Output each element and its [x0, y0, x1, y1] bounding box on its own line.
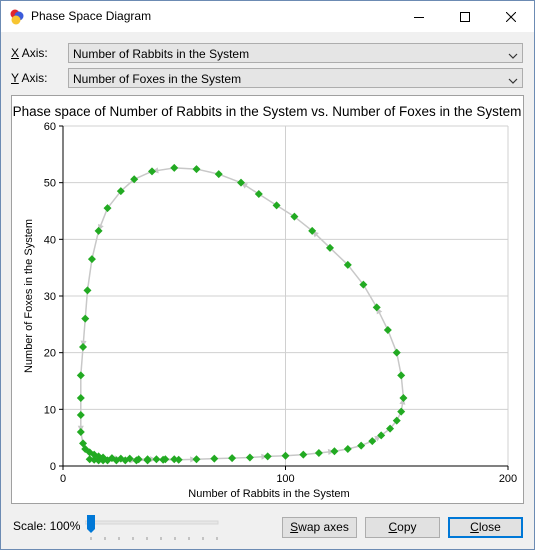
- data-point: [357, 441, 366, 450]
- data-point: [83, 286, 92, 295]
- swap-axes-button[interactable]: Swap axes: [282, 517, 357, 538]
- trajectory-arrows: [77, 167, 406, 464]
- y-tick-label: 40: [44, 234, 56, 246]
- y-tick-label: 20: [44, 348, 56, 360]
- trajectory-segment: [91, 230, 100, 260]
- data-points: [76, 163, 408, 465]
- y-axis-label: Y Axis:: [11, 71, 48, 85]
- scale-label: Scale: 100%: [13, 519, 81, 533]
- trajectory-segment: [86, 259, 93, 291]
- data-point: [79, 343, 88, 351]
- data-point: [148, 167, 156, 176]
- trajectory-segment: [293, 216, 313, 232]
- data-point: [192, 165, 201, 174]
- trajectory-segment: [387, 329, 398, 353]
- data-point: [299, 450, 308, 459]
- data-point: [170, 163, 179, 172]
- data-point: [314, 448, 323, 457]
- data-point: [76, 371, 85, 380]
- data-point: [263, 452, 272, 461]
- data-point: [330, 447, 339, 456]
- trajectory-segment: [218, 173, 242, 184]
- y-axis-dropdown[interactable]: Number of Foxes in the System: [68, 68, 523, 88]
- maximize-button[interactable]: [442, 1, 488, 32]
- x-axis-row: X Axis: Number of Rabbits in the System: [11, 43, 525, 63]
- x-axis-selected-value: Number of Rabbits in the System: [73, 47, 250, 61]
- data-point: [87, 255, 96, 264]
- chart-panel: Phase space of Number of Rabbits in the …: [11, 95, 524, 504]
- data-point: [76, 394, 85, 402]
- data-point: [81, 314, 90, 323]
- minimize-button[interactable]: [396, 1, 442, 32]
- y-axis-title: Number of Foxes in the System: [23, 219, 35, 373]
- y-axis-row: Y Axis: Number of Foxes in the System: [11, 68, 525, 88]
- phase-space-window: Phase Space Diagram X Axis: Number of Ra…: [0, 0, 535, 550]
- data-point: [397, 407, 406, 416]
- y-axis-selected-value: Number of Foxes in the System: [73, 72, 242, 86]
- x-tick-label: 100: [276, 473, 294, 485]
- x-tick-label: 200: [499, 473, 517, 485]
- close-icon: [506, 11, 516, 22]
- y-tick-label: 60: [44, 121, 56, 133]
- trajectory-segment: [329, 247, 349, 266]
- chevron-down-icon: [508, 74, 518, 84]
- data-point: [343, 445, 352, 453]
- copy-button[interactable]: Copy: [365, 517, 440, 538]
- data-point: [76, 411, 85, 419]
- trajectory-segment: [106, 190, 122, 209]
- grid-lines: [63, 125, 509, 466]
- y-tick-label: 10: [44, 404, 56, 416]
- title-bar: Phase Space Diagram: [1, 1, 534, 32]
- data-point: [392, 348, 401, 357]
- x-tick-label: 0: [60, 473, 66, 485]
- data-point: [383, 326, 392, 334]
- x-axis-title: Number of Rabbits in the System: [188, 488, 349, 500]
- trajectory-segment: [396, 352, 402, 376]
- axes: 0 10 20 30 40 50 60 0 100 200: [44, 121, 517, 485]
- data-point: [254, 190, 263, 198]
- trajectory-segment: [80, 346, 84, 376]
- data-point: [245, 453, 254, 462]
- chevron-down-icon: [508, 49, 518, 59]
- data-point: [152, 455, 161, 464]
- maximize-icon: [460, 11, 470, 22]
- close-button[interactable]: Close: [448, 517, 523, 538]
- scale-slider[interactable]: [84, 513, 225, 543]
- data-point: [399, 394, 408, 402]
- window-title: Phase Space Diagram: [31, 9, 152, 23]
- slider-thumb[interactable]: [87, 515, 95, 533]
- x-axis-dropdown[interactable]: Number of Rabbits in the System: [68, 43, 523, 63]
- data-point: [368, 437, 377, 446]
- trajectory-segment: [258, 193, 278, 206]
- data-point: [281, 451, 290, 460]
- data-point: [210, 454, 219, 463]
- y-tick-label: 30: [44, 291, 56, 303]
- data-point: [76, 428, 85, 436]
- chart-title: Phase space of Number of Rabbits in the …: [13, 104, 522, 119]
- phase-space-chart: Phase space of Number of Rabbits in the …: [13, 104, 522, 500]
- data-point: [272, 201, 281, 210]
- data-point: [397, 371, 406, 380]
- y-tick-label: 50: [44, 178, 56, 190]
- y-tick-label: 0: [50, 461, 56, 473]
- close-window-button[interactable]: [488, 1, 534, 32]
- x-axis-label: X Axis:: [11, 46, 48, 60]
- slider-ticks: [90, 537, 218, 540]
- data-point: [228, 454, 237, 463]
- trajectory-segment: [84, 290, 89, 319]
- data-point: [192, 455, 201, 464]
- trajectory-segment: [196, 168, 219, 175]
- phase-diagram-app-icon: [9, 9, 25, 25]
- trajectory-segment: [347, 264, 364, 286]
- minimize-icon: [414, 12, 424, 22]
- data-point: [214, 170, 223, 179]
